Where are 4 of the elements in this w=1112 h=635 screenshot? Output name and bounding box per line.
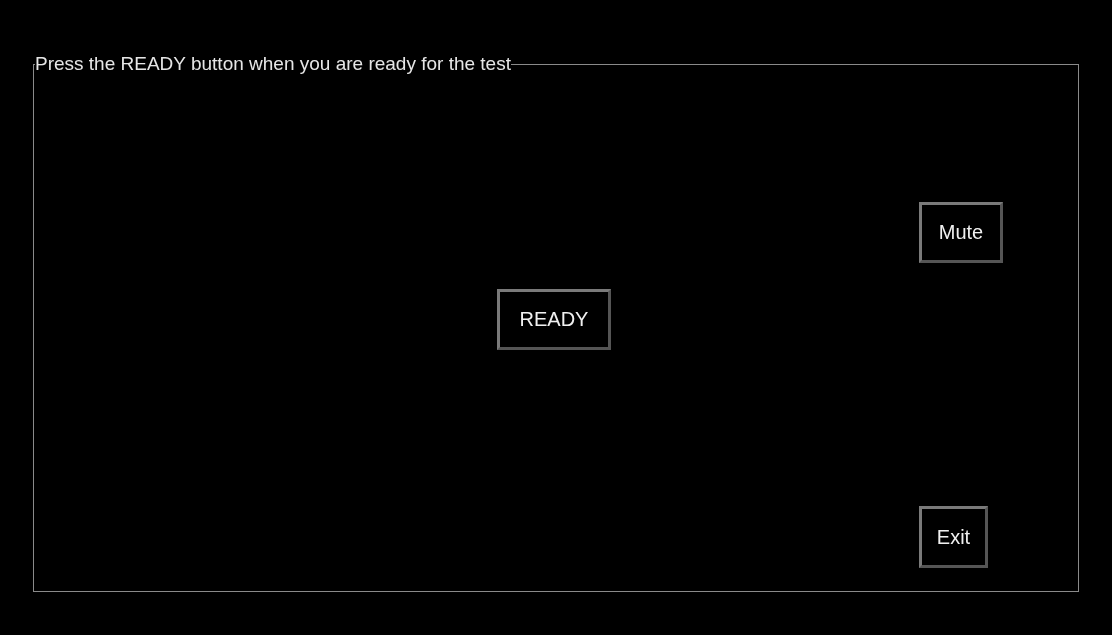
exit-button[interactable]: Exit	[919, 506, 988, 568]
instruction-text: Press the READY button when you are ready for the test	[35, 53, 511, 75]
ready-button[interactable]: READY	[497, 289, 611, 350]
mute-button[interactable]: Mute	[919, 202, 1003, 263]
